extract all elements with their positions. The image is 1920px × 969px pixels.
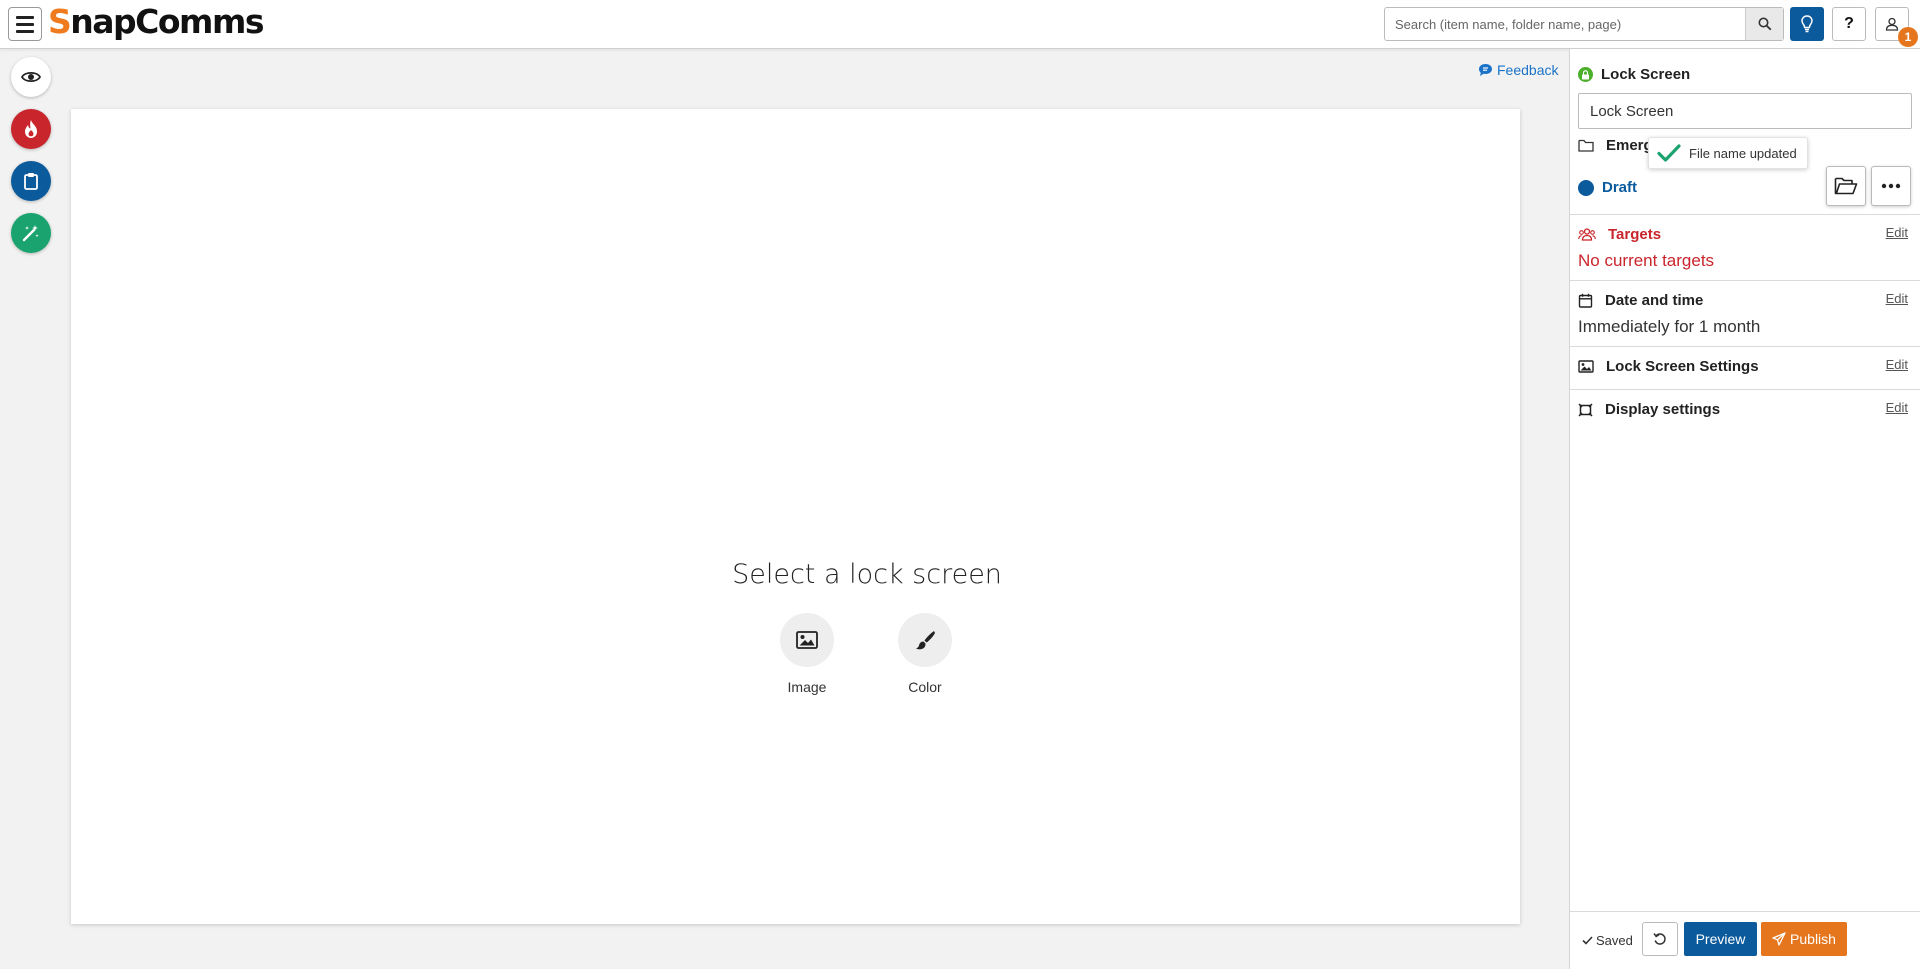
date-time-section: Date and time Edit Immediately for 1 mon… [1570, 280, 1920, 346]
canvas-title: Select a lock screen [732, 559, 1002, 590]
toast-notification: File name updated [1648, 137, 1808, 169]
checkmark-icon [1657, 144, 1681, 162]
paintbrush-icon [916, 631, 935, 650]
search-icon [1758, 17, 1771, 31]
display-settings-title: Display settings [1605, 401, 1721, 418]
more-options-button[interactable] [1871, 166, 1911, 206]
targets-value: No current targets [1578, 251, 1715, 270]
saved-label: Saved [1596, 933, 1633, 948]
clipboard-icon [24, 173, 38, 190]
magic-wand-icon [22, 225, 39, 242]
search-input[interactable] [1385, 8, 1745, 40]
saved-check-icon [1582, 936, 1593, 945]
top-bar: SnapComms ? 1 [0, 0, 1920, 49]
status-row: Draft [1578, 179, 1637, 196]
preview-eye-button[interactable] [11, 57, 51, 97]
help-icon: ? [1844, 15, 1854, 32]
feedback-label: Feedback [1497, 62, 1559, 78]
image-icon [796, 631, 818, 649]
logo[interactable]: SnapComms [48, 2, 264, 41]
feedback-icon [1479, 64, 1492, 76]
more-icon [1881, 183, 1901, 189]
revert-button[interactable] [1642, 922, 1678, 956]
targets-section: Targets Edit No current targets [1570, 214, 1920, 280]
search-box [1384, 7, 1784, 41]
date-time-title: Date and time [1605, 292, 1704, 309]
lightbulb-icon [1801, 15, 1813, 33]
folder-icon [1578, 139, 1594, 152]
image-option-label: Image [787, 679, 827, 695]
item-type-label: Lock Screen [1601, 66, 1691, 83]
color-option[interactable]: Color [880, 613, 970, 695]
targets-heading: Targets [1578, 226, 1661, 243]
properties-panel: Lock Screen Emerg File name updated Draf… [1569, 49, 1920, 969]
publish-button[interactable]: Publish [1761, 922, 1847, 956]
feedback-link[interactable]: Feedback [1478, 62, 1558, 78]
date-time-edit-link[interactable]: Edit [1886, 291, 1908, 306]
image-option-button[interactable] [780, 613, 834, 667]
paper-plane-icon [1772, 932, 1786, 946]
lock-screen-settings-section: Lock Screen Settings Edit [1570, 346, 1920, 389]
image-settings-icon [1578, 360, 1594, 373]
undo-icon [1653, 933, 1666, 945]
lightbulb-button[interactable] [1790, 7, 1824, 41]
fire-icon [25, 120, 37, 138]
folder-row[interactable]: Emerg [1578, 137, 1653, 154]
item-type-heading: Lock Screen [1578, 66, 1690, 83]
clipboard-button[interactable] [11, 161, 51, 201]
targets-edit-link[interactable]: Edit [1886, 225, 1908, 240]
emergency-button[interactable] [11, 109, 51, 149]
calendar-icon [1578, 293, 1593, 308]
display-icon [1578, 402, 1593, 417]
color-option-button[interactable] [898, 613, 952, 667]
search-button[interactable] [1745, 8, 1783, 40]
lock-screen-settings-edit-link[interactable]: Edit [1886, 357, 1908, 372]
date-time-value: Immediately for 1 month [1578, 317, 1761, 336]
menu-icon[interactable] [8, 7, 42, 41]
display-settings-heading: Display settings [1578, 401, 1720, 418]
eye-icon [21, 71, 41, 83]
panel-footer: Saved Preview Publish [1570, 911, 1920, 969]
status-dot-icon [1578, 179, 1594, 196]
magic-wand-button[interactable] [11, 213, 51, 253]
lock-screen-settings-title: Lock Screen Settings [1606, 358, 1759, 375]
lock-screen-settings-heading: Lock Screen Settings [1578, 358, 1759, 375]
lock-icon [1578, 67, 1593, 82]
color-option-label: Color [908, 679, 942, 695]
move-folder-button[interactable] [1826, 166, 1866, 206]
users-icon [1578, 228, 1596, 241]
display-settings-edit-link[interactable]: Edit [1886, 400, 1908, 415]
display-settings-section: Display settings Edit [1570, 389, 1920, 432]
status-label: Draft [1602, 179, 1638, 196]
notification-badge[interactable]: 1 [1898, 27, 1918, 47]
preview-button[interactable]: Preview [1684, 922, 1757, 956]
folder-open-icon [1834, 177, 1858, 195]
publish-label: Publish [1790, 931, 1836, 947]
item-name-input[interactable] [1578, 93, 1912, 129]
folder-name: Emerg [1606, 137, 1653, 154]
image-option[interactable]: Image [762, 613, 852, 695]
toast-message: File name updated [1689, 145, 1797, 161]
user-icon [1885, 17, 1899, 31]
targets-title: Targets [1608, 226, 1662, 243]
date-time-heading: Date and time [1578, 292, 1703, 309]
lock-screen-canvas: Select a lock screen Image Color [71, 109, 1520, 924]
saved-status: Saved [1582, 933, 1633, 948]
help-button[interactable]: ? [1832, 7, 1866, 41]
